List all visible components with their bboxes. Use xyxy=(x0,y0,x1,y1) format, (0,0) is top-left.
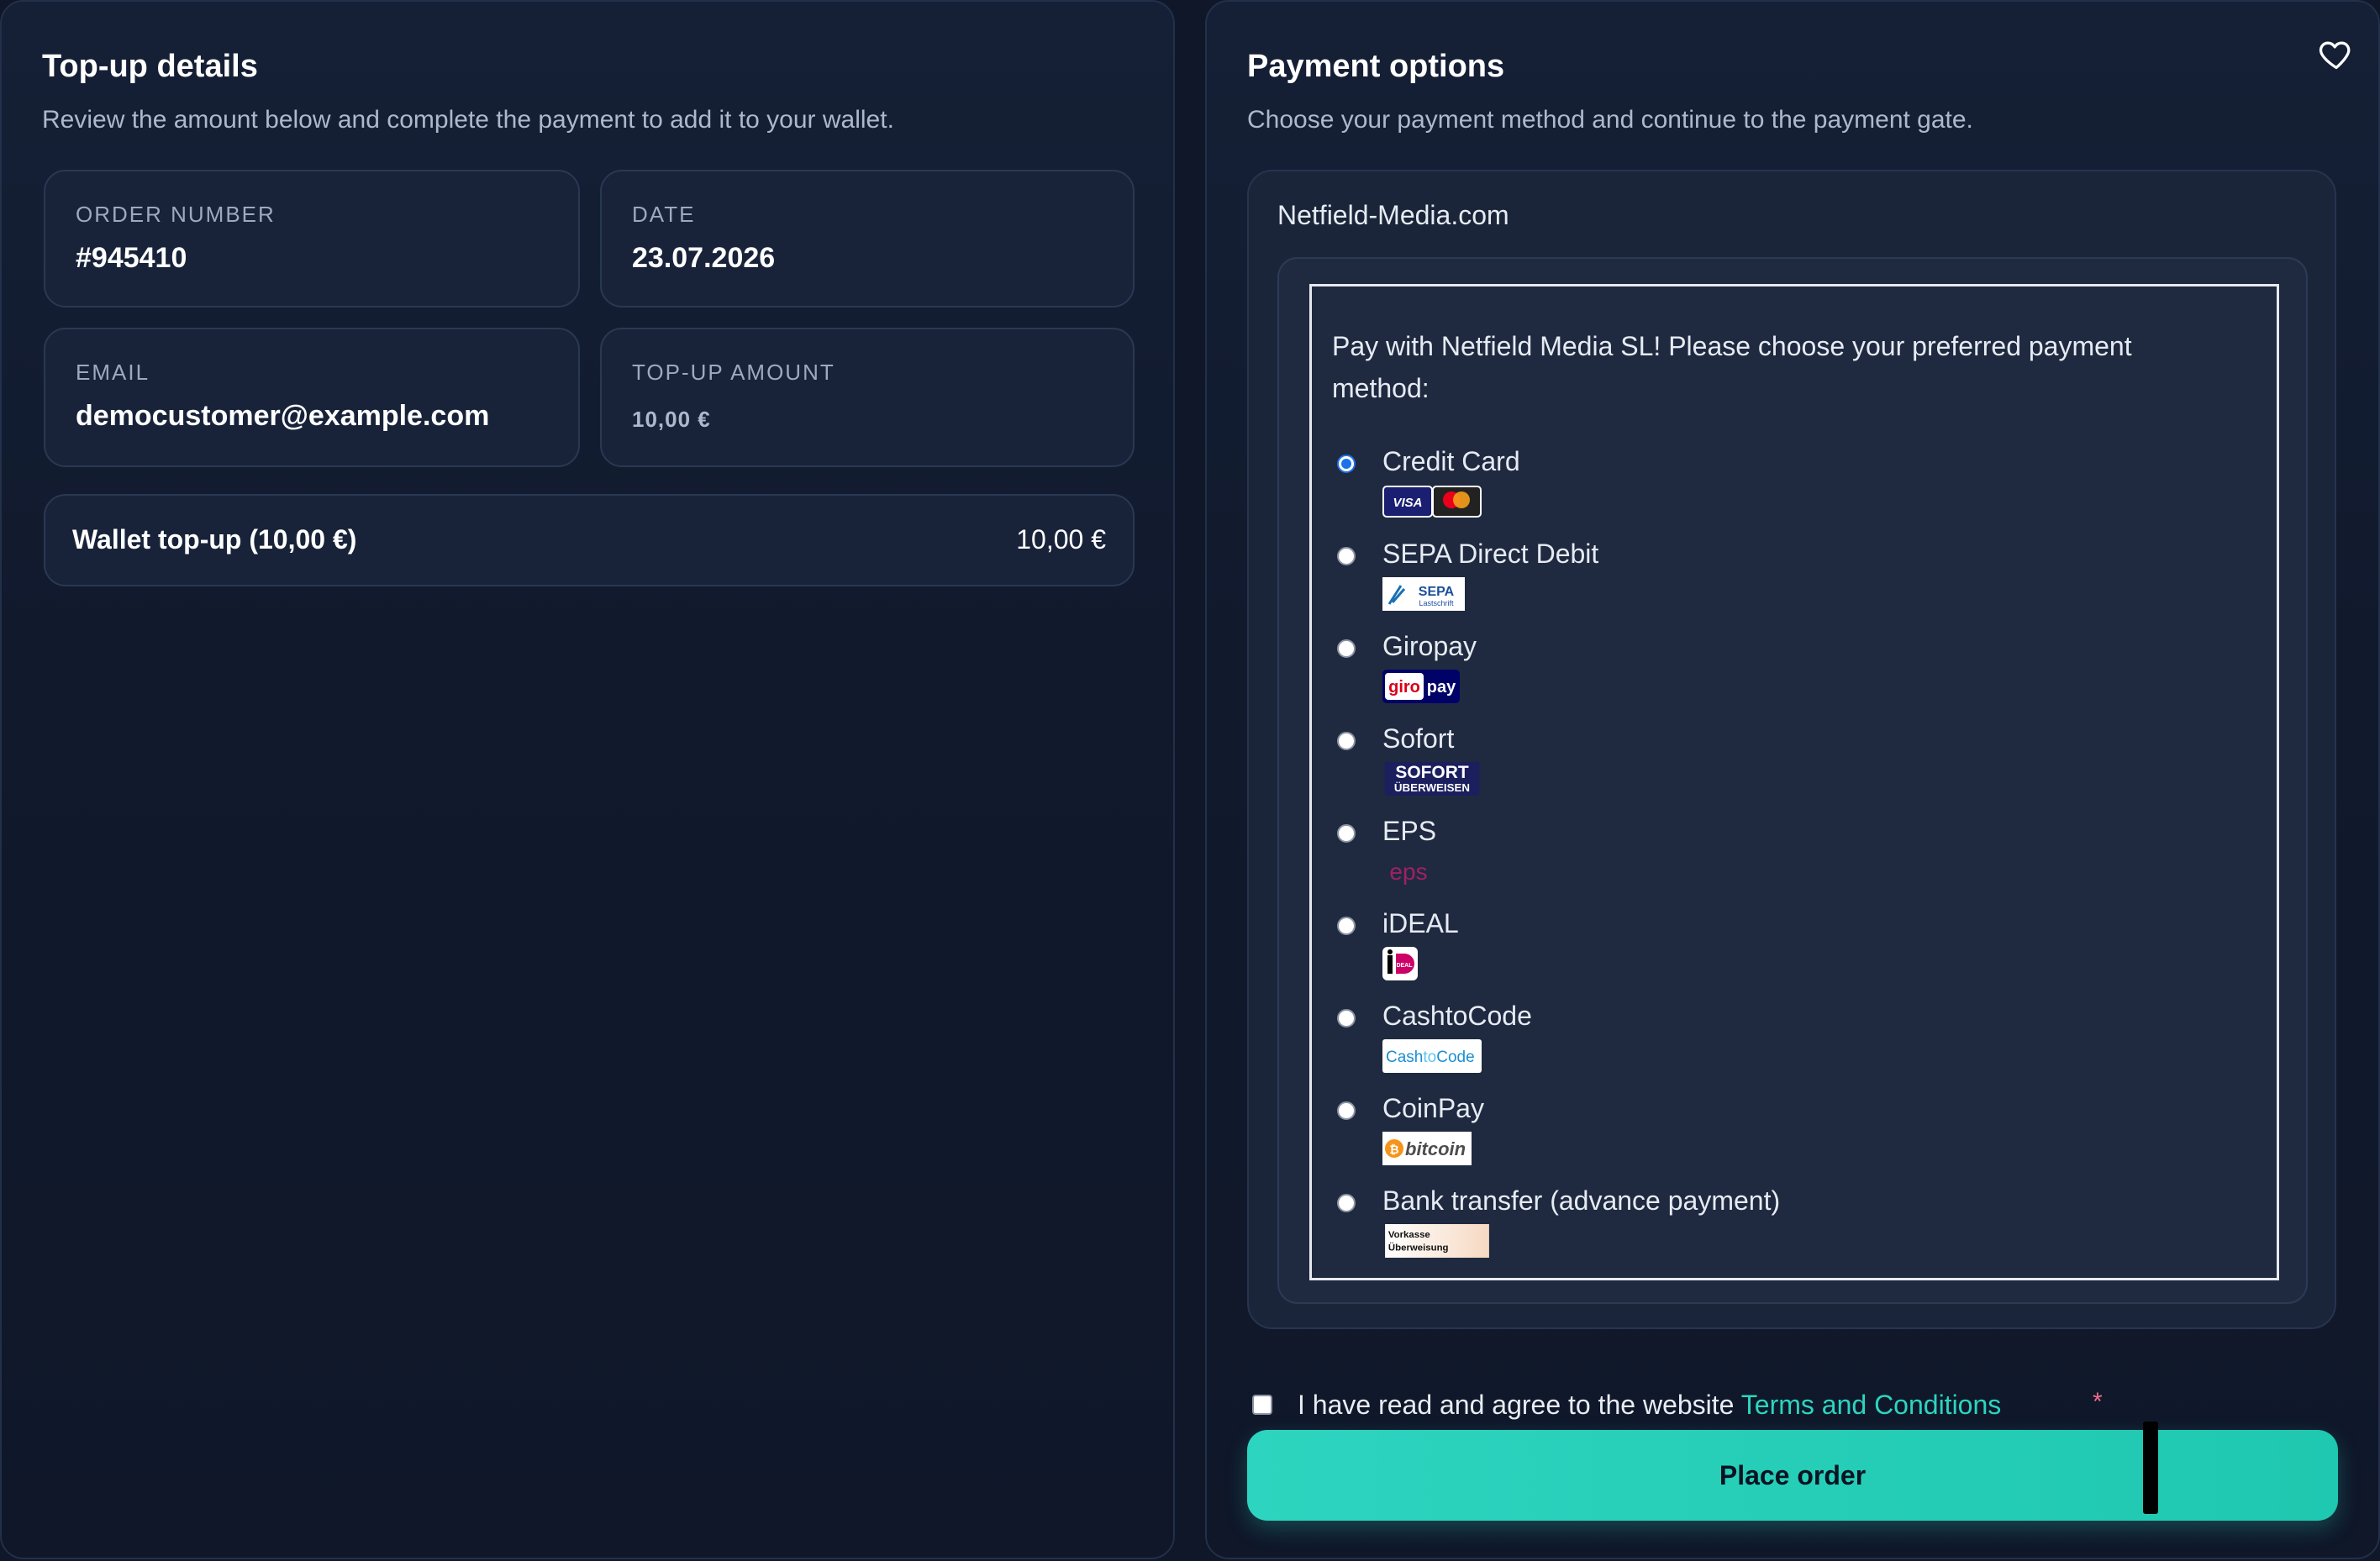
order-number-value: #945410 xyxy=(76,242,187,274)
text-cursor-icon xyxy=(2143,1422,2158,1514)
radio-ideal[interactable] xyxy=(1337,917,1356,935)
sepa-lastschrift-logo: SEPA Lastschrift xyxy=(1382,577,1465,611)
ideal-text: iDEAL xyxy=(1395,963,1414,969)
cashtocode-logo: CashtoCode xyxy=(1382,1039,1482,1073)
method-label: Sofort xyxy=(1382,723,1455,754)
radio-sofort[interactable] xyxy=(1337,732,1356,750)
terms-link[interactable]: Terms and Conditions xyxy=(1741,1390,2001,1420)
email-value: democustomer@example.com xyxy=(76,400,490,432)
line-item-row: Wallet top-up (10,00 €) 10,00 € xyxy=(44,494,1135,586)
heart-icon[interactable] xyxy=(2318,35,2355,72)
topup-amount-label: TOP-UP AMOUNT xyxy=(632,360,835,385)
visa-mastercard-logo: VISA xyxy=(1382,486,1482,518)
sofort-sub-text: ÜBERWEISEN xyxy=(1394,781,1470,794)
eps-logo: eps xyxy=(1389,859,1427,885)
date-card: DATE 23.07.2026 xyxy=(600,170,1135,307)
sofort-ueberweisen-logo: SOFORT ÜBERWEISEN xyxy=(1384,762,1480,796)
svg-text:₿: ₿ xyxy=(1389,1143,1398,1156)
method-label: SEPA Direct Debit xyxy=(1382,539,1599,569)
sofort-text: SOFORT xyxy=(1395,763,1468,782)
place-order-label: Place order xyxy=(1719,1459,1867,1490)
vorkasse-text: Vorkasse xyxy=(1388,1230,1430,1240)
email-card: EMAIL democustomer@example.com xyxy=(44,328,580,467)
visa-text: VISA xyxy=(1393,496,1422,510)
payment-method-frame: Pay with Netfield Media SL! Please choos… xyxy=(1309,284,2279,1280)
email-label: EMAIL xyxy=(76,360,150,385)
vorkasse-ueberweisung-logo: Vorkasse Überweisung xyxy=(1385,1224,1489,1258)
payment-options-title: Payment options xyxy=(1247,49,1505,84)
required-asterisk: * xyxy=(2093,1388,2103,1416)
method-label: CashtoCode xyxy=(1382,1001,1532,1031)
cashtocode-text: CashtoCode xyxy=(1386,1049,1475,1066)
radio-sepa[interactable] xyxy=(1337,547,1356,565)
method-label: CoinPay xyxy=(1382,1093,1484,1123)
giropay-logo: giro pay xyxy=(1382,670,1460,703)
giro-text: giro xyxy=(1388,678,1420,696)
radio-coinpay[interactable] xyxy=(1337,1101,1356,1120)
ideal-logo: iDEAL xyxy=(1382,947,1418,980)
radio-giropay[interactable] xyxy=(1337,639,1356,658)
radio-cashtocode[interactable] xyxy=(1337,1009,1356,1028)
radio-bank-transfer[interactable] xyxy=(1337,1194,1356,1212)
radio-credit-card[interactable] xyxy=(1337,455,1356,473)
method-label: Giropay xyxy=(1382,631,1477,661)
topup-details-panel: Top-up details Review the amount below a… xyxy=(0,0,1175,1559)
payment-options-panel: Payment options Choose your payment meth… xyxy=(1205,0,2380,1559)
bitcoin-logo: ₿ bitcoin xyxy=(1382,1132,1472,1165)
terms-agree-label: I have read and agree to the website xyxy=(1298,1390,1741,1420)
payment-options-subtitle: Choose your payment method and continue … xyxy=(1247,106,1973,134)
eps-text: eps xyxy=(1389,859,1427,885)
place-order-button[interactable]: Place order xyxy=(1247,1430,2338,1521)
topup-amount-value: 10,00 € xyxy=(632,407,711,432)
terms-checkbox[interactable] xyxy=(1252,1395,1272,1415)
terms-agree-text: I have read and agree to the website Ter… xyxy=(1298,1390,2001,1421)
date-value: 23.07.2026 xyxy=(632,242,776,274)
payment-gateway-box: Netfield-Media.com Pay with Netfield Med… xyxy=(1247,170,2336,1329)
sepa-sub-text: Lastschrift xyxy=(1419,599,1454,607)
method-label: Bank transfer (advance payment) xyxy=(1382,1185,1781,1216)
topup-details-subtitle: Review the amount below and complete the… xyxy=(42,106,894,134)
line-item-amount: 10,00 € xyxy=(1016,524,1106,554)
order-number-label: ORDER NUMBER xyxy=(76,202,276,227)
order-number-card: ORDER NUMBER #945410 xyxy=(44,170,580,307)
gateway-name: Netfield-Media.com xyxy=(1277,200,1509,230)
method-label: Credit Card xyxy=(1382,446,1520,476)
pay-text: pay xyxy=(1427,678,1456,696)
gateway-inner-container: Pay with Netfield Media SL! Please choos… xyxy=(1277,257,2308,1304)
ueberweisung-text: Überweisung xyxy=(1388,1242,1449,1253)
topup-details-title: Top-up details xyxy=(42,49,258,84)
method-label: iDEAL xyxy=(1382,908,1459,938)
date-label: DATE xyxy=(632,202,696,227)
topup-amount-card: TOP-UP AMOUNT 10,00 € xyxy=(600,328,1135,467)
sepa-text: SEPA xyxy=(1419,585,1455,599)
line-item-label: Wallet top-up (10,00 €) xyxy=(72,524,357,554)
gateway-intro-text: Pay with Netfield Media SL! Please choos… xyxy=(1332,331,2132,403)
radio-eps[interactable] xyxy=(1337,824,1356,843)
bitcoin-text: bitcoin xyxy=(1405,1138,1466,1159)
method-label: EPS xyxy=(1382,816,1437,846)
